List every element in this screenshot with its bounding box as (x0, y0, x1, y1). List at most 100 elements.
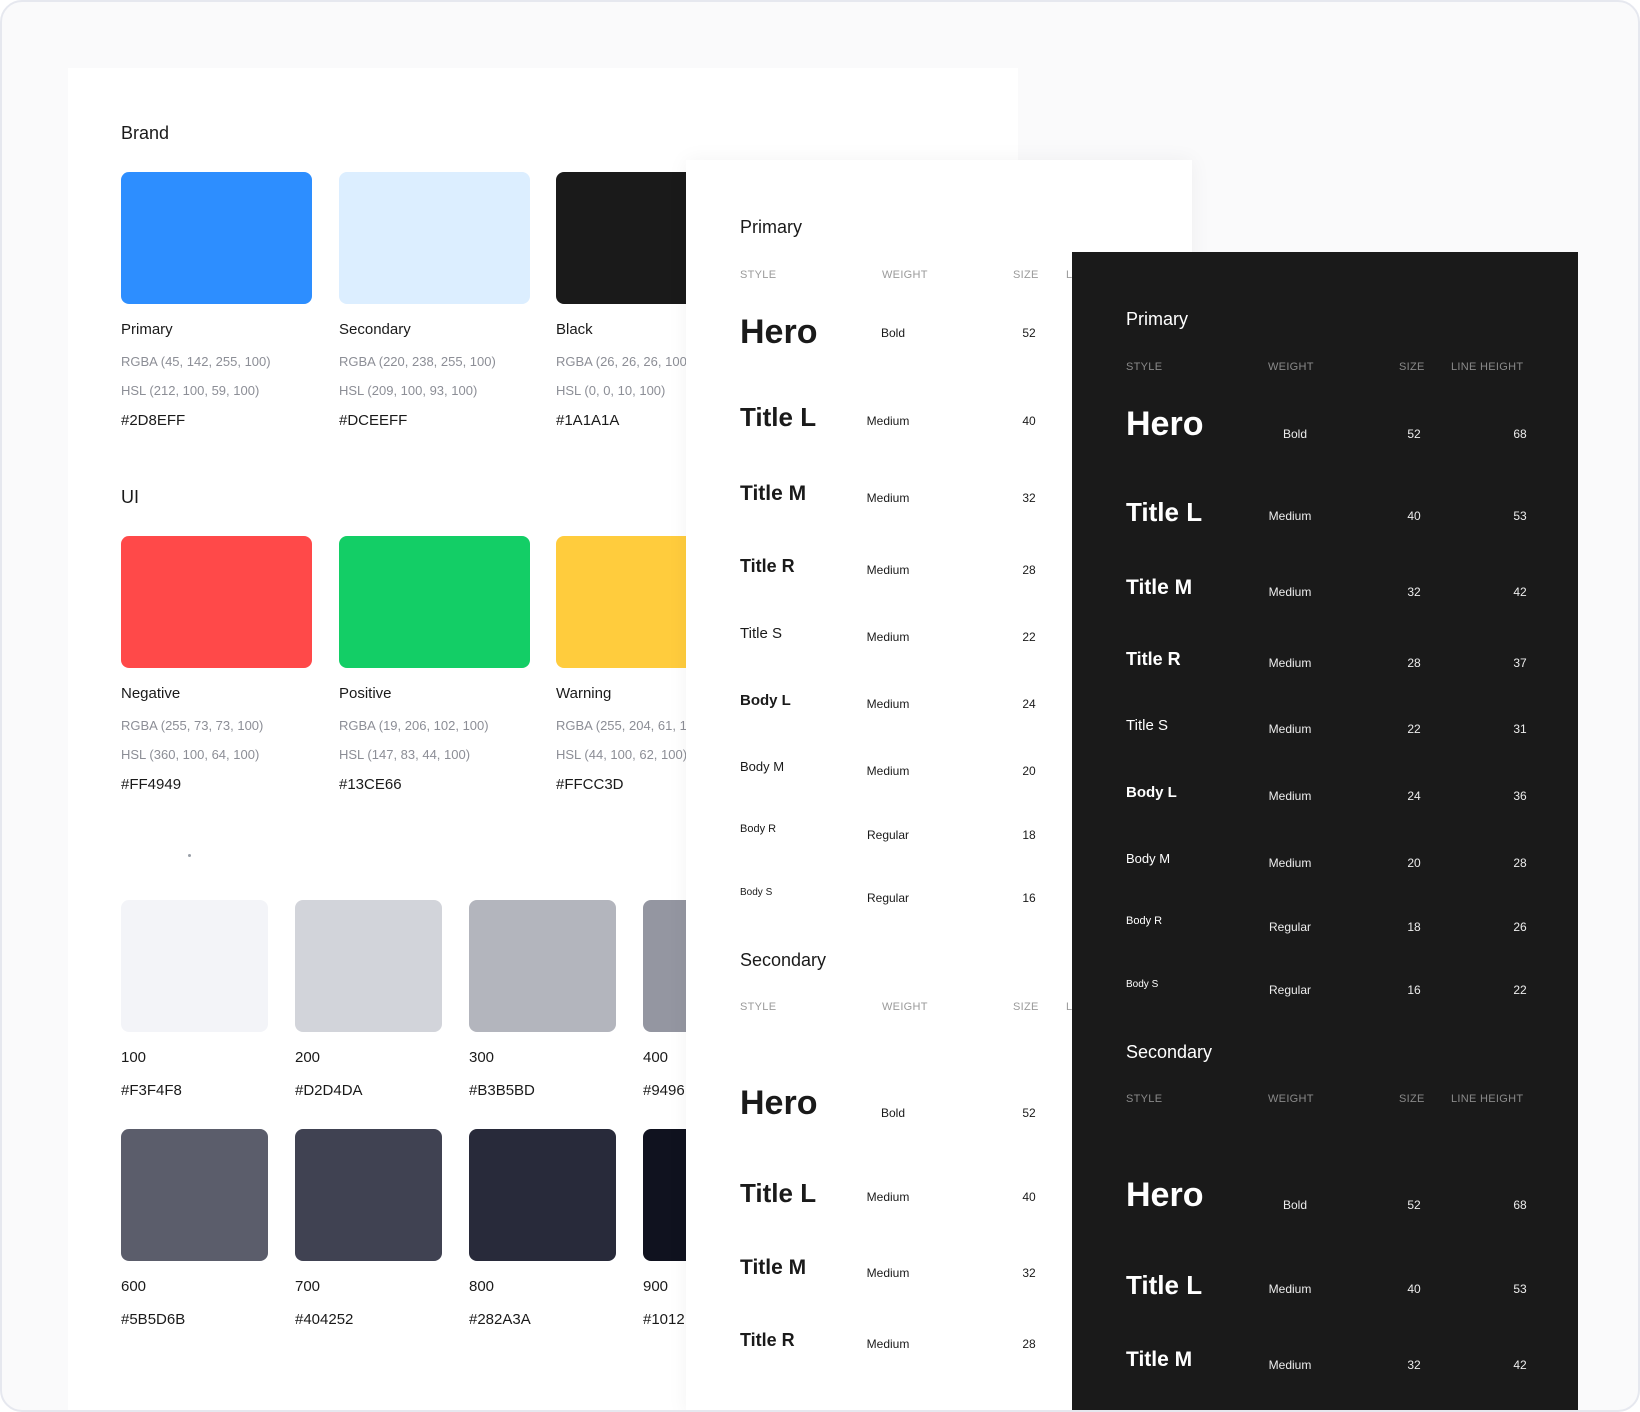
design-system-frame: Brand Primary RGBA (45, 142, 255, 100) H… (0, 0, 1640, 1412)
swatch-rgba: RGBA (255, 73, 73, 100) (121, 718, 264, 733)
primary-heading: Primary (1126, 309, 1188, 329)
size: 52 (1407, 427, 1421, 441)
swatch-secondary[interactable] (339, 172, 530, 304)
line-height: 53 (1513, 1282, 1527, 1296)
weight: Medium (1268, 1358, 1312, 1372)
weight: Medium (866, 697, 910, 711)
weight: Medium (866, 630, 910, 644)
weight: Medium (1268, 656, 1312, 670)
swatch-hsl: HSL (209, 100, 93, 100) (339, 383, 478, 398)
swatch-rgba: RGBA (255, 204, 61, 10 (556, 718, 695, 733)
style-title-r: Title R (1126, 649, 1181, 669)
line-height: 53 (1513, 509, 1527, 523)
col-style: STYLE (1126, 361, 1163, 373)
swatch-hex: #FF4949 (121, 776, 182, 793)
weight: Medium (1268, 789, 1312, 803)
size: 52 (1022, 1106, 1036, 1120)
size: 28 (1022, 563, 1036, 577)
swatch-negative[interactable] (121, 536, 312, 668)
line-height: 31 (1513, 722, 1527, 736)
style-title-s: Title S (1126, 717, 1168, 734)
weight: Medium (1268, 1282, 1312, 1296)
grey-hex: #5B5D6B (121, 1311, 186, 1328)
style-title-m: Title M (740, 482, 807, 505)
size: 16 (1407, 983, 1421, 997)
swatch-hex: #FFCC3D (556, 776, 624, 793)
col-style: STYLE (740, 1001, 777, 1013)
weight: Medium (1268, 722, 1312, 736)
size: 18 (1407, 920, 1421, 934)
style-body-s: Body S (740, 887, 773, 898)
swatch-name: Primary (121, 321, 173, 338)
swatch-grey-700[interactable] (295, 1129, 442, 1261)
size: 24 (1022, 697, 1036, 711)
swatch-rgba: RGBA (45, 142, 255, 100) (121, 354, 271, 369)
weight: Medium (1268, 856, 1312, 870)
col-style: STYLE (740, 269, 777, 281)
col-weight: WEIGHT (1268, 1093, 1314, 1105)
size: 24 (1407, 789, 1421, 803)
grey-label: 200 (295, 1049, 321, 1066)
weight: Regular (1268, 983, 1312, 997)
swatch-hsl: HSL (147, 83, 44, 100) (339, 747, 471, 762)
line-height: 22 (1513, 983, 1527, 997)
style-title-l: Title L (1126, 1270, 1203, 1300)
swatch-hsl: HSL (360, 100, 64, 100) (121, 747, 260, 762)
weight: Regular (1268, 920, 1312, 934)
swatch-grey-200[interactable] (295, 900, 442, 1032)
swatch-grey-800[interactable] (469, 1129, 616, 1261)
line-height: 68 (1513, 1198, 1527, 1212)
swatch-hsl: HSL (212, 100, 59, 100) (121, 383, 260, 398)
swatch-grey-100[interactable] (121, 900, 268, 1032)
col-style: STYLE (1126, 1093, 1163, 1105)
brand-heading: Brand (121, 123, 170, 143)
grey-label: 900 (643, 1278, 669, 1295)
grey-label: 800 (469, 1278, 495, 1295)
weight: Medium (1268, 509, 1312, 523)
swatch-grey-600[interactable] (121, 1129, 268, 1261)
grey-hex: #D2D4DA (295, 1082, 363, 1099)
size: 52 (1022, 326, 1036, 340)
typography-dark-card: Primary STYLE WEIGHT SIZE LINE HEIGHT He… (1072, 252, 1578, 1410)
style-hero: Hero (740, 1084, 818, 1122)
grey-label: 600 (121, 1278, 147, 1295)
grey-hex: #9496 (643, 1082, 685, 1099)
style-hero: Hero (1126, 1176, 1204, 1214)
swatch-hex: #1A1A1A (556, 412, 620, 429)
size: 40 (1022, 414, 1036, 428)
size: 32 (1407, 1358, 1421, 1372)
style-body-l: Body L (740, 692, 791, 709)
weight: Medium (866, 414, 910, 428)
style-body-r: Body R (1126, 915, 1163, 927)
swatch-name: Black (556, 321, 593, 338)
swatch-rgba: RGBA (19, 206, 102, 100) (339, 718, 489, 733)
line-height: 42 (1513, 585, 1527, 599)
weight: Medium (866, 764, 910, 778)
weight: Medium (866, 1266, 910, 1280)
style-hero: Hero (1126, 405, 1204, 443)
style-title-l: Title L (740, 1178, 817, 1208)
grey-label: 300 (469, 1049, 495, 1066)
style-hero: Hero (740, 313, 818, 351)
style-title-s: Title S (740, 625, 782, 642)
size: 22 (1407, 722, 1421, 736)
line-height: 68 (1513, 427, 1527, 441)
weight: Medium (866, 491, 910, 505)
stray-dot (188, 854, 191, 857)
size: 40 (1022, 1190, 1036, 1204)
swatch-hsl: HSL (0, 0, 10, 100) (556, 383, 666, 398)
grey-hex: #F3F4F8 (121, 1082, 182, 1099)
col-size: SIZE (1013, 269, 1039, 281)
grey-label: 700 (295, 1278, 321, 1295)
style-title-l: Title L (1126, 497, 1203, 527)
weight: Bold (1282, 427, 1308, 441)
weight: Regular (866, 891, 910, 905)
swatch-positive[interactable] (339, 536, 530, 668)
swatch-hex: #2D8EFF (121, 412, 186, 429)
col-size: SIZE (1399, 361, 1425, 373)
col-line-height: LINE HEIGHT (1451, 361, 1524, 373)
size: 28 (1022, 1337, 1036, 1351)
swatch-primary[interactable] (121, 172, 312, 304)
swatch-grey-300[interactable] (469, 900, 616, 1032)
size: 52 (1407, 1198, 1421, 1212)
